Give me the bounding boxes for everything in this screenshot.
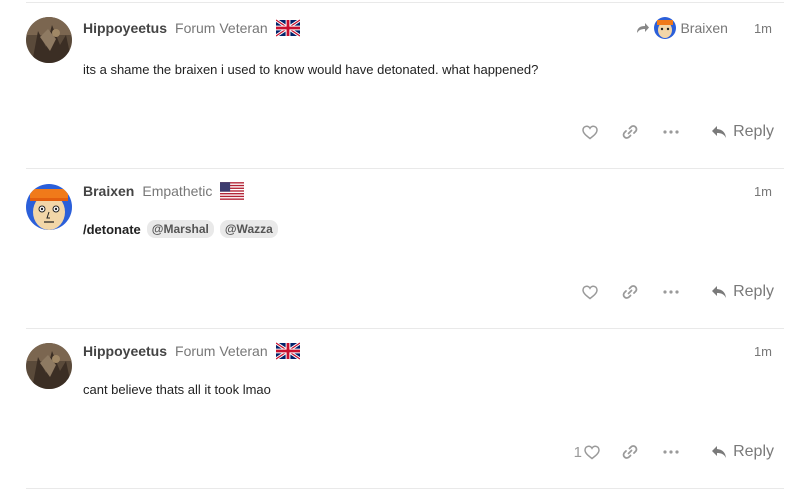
like-button[interactable]: 1 <box>562 437 600 467</box>
reply-arrow-icon <box>712 286 727 298</box>
ellipsis-icon <box>663 450 679 454</box>
more-button[interactable] <box>660 437 682 467</box>
reply-label: Reply <box>733 123 774 140</box>
post-meta: 1m <box>754 340 772 362</box>
ellipsis-icon <box>663 130 679 134</box>
post-divider <box>26 168 784 169</box>
reply-arrow-icon <box>712 446 727 458</box>
reply-label: Reply <box>733 443 774 460</box>
post-meta: Braixen 1m <box>636 17 772 39</box>
post-time[interactable]: 1m <box>754 344 772 359</box>
post-text: its a shame the braixen i used to know w… <box>83 61 539 77</box>
us-flag-icon <box>220 182 245 200</box>
post-header: Hippoyeetus Forum Veteran <box>83 340 300 362</box>
reply-button[interactable]: Reply <box>711 437 774 467</box>
reply-to-username: Braixen <box>680 20 728 36</box>
post-body: its a shame the braixen i used to know w… <box>83 60 538 78</box>
user-title: Forum Veteran <box>175 343 268 359</box>
heart-icon <box>582 284 598 299</box>
avatar[interactable] <box>26 343 72 389</box>
like-button[interactable] <box>578 117 600 147</box>
avatar[interactable] <box>26 17 72 63</box>
post-text: cant believe thats all it took lmao <box>83 381 271 397</box>
reply-button[interactable]: Reply <box>711 117 774 147</box>
like-count: 1 <box>573 443 582 461</box>
mention-wazza[interactable]: @Wazza <box>219 220 278 238</box>
avatar[interactable] <box>26 184 72 230</box>
uk-flag-icon <box>275 19 300 37</box>
heart-icon <box>584 444 600 459</box>
post-divider <box>26 328 784 329</box>
more-button[interactable] <box>660 117 682 147</box>
copy-link-button[interactable] <box>619 117 641 147</box>
link-icon <box>622 285 638 299</box>
post-actions: Reply <box>0 117 792 147</box>
reply-to-avatar <box>654 17 677 39</box>
reply-button[interactable]: Reply <box>711 277 774 307</box>
uk-flag-icon <box>275 342 300 360</box>
post-command: /detonate <box>83 221 141 237</box>
share-arrow-icon <box>637 23 650 33</box>
copy-link-button[interactable] <box>619 277 641 307</box>
user-title: Forum Veteran <box>175 20 268 36</box>
post-time[interactable]: 1m <box>754 21 772 36</box>
more-button[interactable] <box>660 277 682 307</box>
link-icon <box>622 445 638 459</box>
post-header: Braixen Empathetic <box>83 180 245 202</box>
post-meta: 1m <box>754 180 772 202</box>
username[interactable]: Hippoyeetus <box>83 343 167 359</box>
like-button[interactable] <box>578 277 600 307</box>
post-divider <box>26 2 784 3</box>
mention-marshal[interactable]: @Marshal <box>146 220 214 238</box>
post-divider <box>26 488 784 489</box>
username[interactable]: Braixen <box>83 183 134 199</box>
post-body: /detonate @Marshal @Wazza <box>83 219 278 239</box>
heart-icon <box>582 124 598 139</box>
post-actions: 1 Reply <box>0 437 792 467</box>
post-header: Hippoyeetus Forum Veteran <box>83 17 300 39</box>
reply-to-indicator[interactable]: Braixen <box>636 17 728 39</box>
reply-arrow-icon <box>712 126 727 138</box>
copy-link-button[interactable] <box>619 437 641 467</box>
reply-label: Reply <box>733 283 774 300</box>
post-body: cant believe thats all it took lmao <box>83 380 271 398</box>
username[interactable]: Hippoyeetus <box>83 20 167 36</box>
post-actions: Reply <box>0 277 792 307</box>
post-time[interactable]: 1m <box>754 184 772 199</box>
ellipsis-icon <box>663 290 679 294</box>
user-title: Empathetic <box>142 183 213 199</box>
link-icon <box>622 125 638 139</box>
